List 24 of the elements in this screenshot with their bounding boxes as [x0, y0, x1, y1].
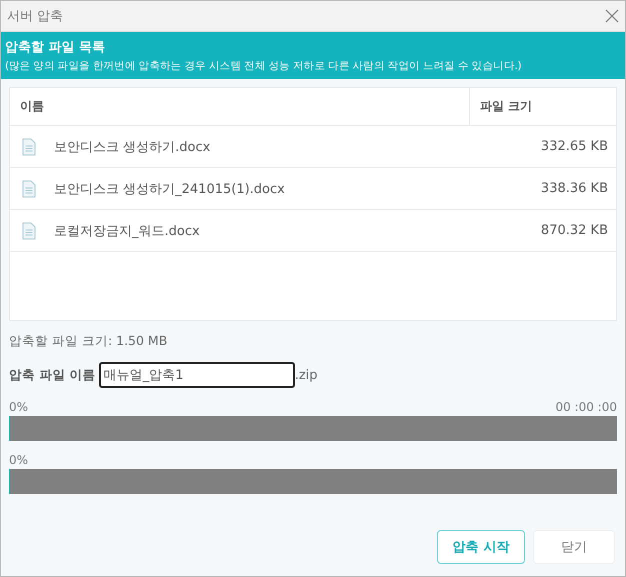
archive-name-field[interactable]: 매뉴얼_압축1 — [98, 362, 295, 388]
warning-note: (많은 양의 파일을 한꺼번에 압축하는 경우 시스템 전체 성능 저하로 다른 사람의 작업이 느려질 수 있습니다.) — [5, 59, 522, 73]
start-button[interactable]: 압축 시작 — [437, 530, 525, 564]
percent-text: 0% — [9, 400, 28, 414]
file-size: 332.65 KB — [540, 138, 609, 156]
file-size: 338.36 KB — [540, 180, 609, 198]
total-size: 압축할 파일 크기: 1.50 MB — [9, 333, 168, 350]
elapsed-time: 00 :00 :00 — [555, 400, 617, 414]
document-icon — [22, 222, 36, 240]
percent-text: 0% — [9, 453, 28, 467]
file-name: 보안디스크 생성하기_241015(1).docx — [54, 180, 285, 198]
column-header: 파일 크기 — [469, 88, 616, 125]
file-name: 로컬저장금지_워드.docx — [54, 222, 200, 240]
document-icon — [22, 180, 36, 198]
window-title: 서버 압축 — [7, 8, 64, 25]
extension-text: .zip — [294, 368, 318, 382]
list-title: 압축할 파일 목록 — [5, 39, 106, 56]
close-button[interactable]: 닫기 — [533, 530, 615, 564]
column-header: 이름 — [19, 98, 45, 115]
file-name: 보안디스크 생성하기.docx — [54, 138, 210, 156]
file-size: 870.32 KB — [540, 222, 609, 240]
archive-name-label: 압축 파일 이름 — [9, 366, 96, 384]
document-icon — [22, 138, 36, 156]
close-icon[interactable] — [605, 9, 619, 23]
